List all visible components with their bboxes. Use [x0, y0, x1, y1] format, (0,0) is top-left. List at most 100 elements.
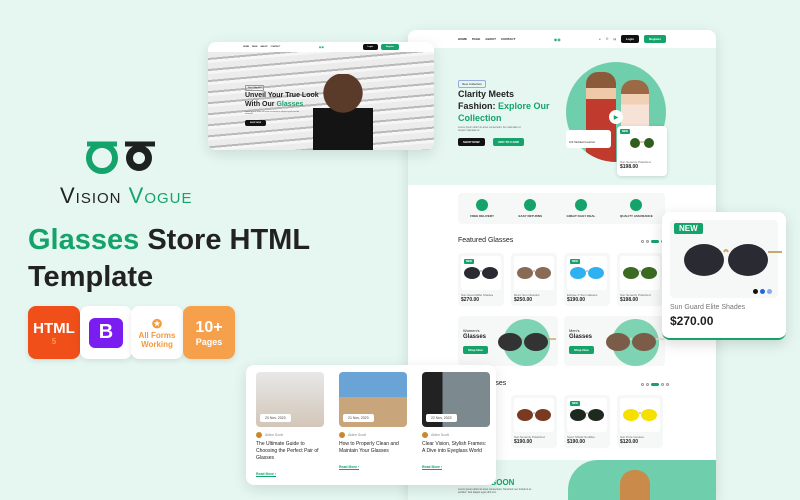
nav-logo: ◉◉	[553, 36, 561, 42]
main-nav: HOME PAGE ABOUT CONTACT	[458, 37, 515, 41]
play-icon[interactable]: ▶	[609, 110, 623, 124]
register-button[interactable]: Register	[643, 35, 666, 43]
blog-date: 21 Nov, 2023	[343, 414, 374, 422]
product-image: NEW	[461, 256, 501, 290]
product-name: Sun Guard Elite Shades	[670, 304, 746, 311]
read-more-link[interactable]: Read More ›	[339, 465, 360, 470]
hero-section: New Collection Clarity Meets Fashion: Exp…	[408, 48, 716, 185]
blog-title: How to Properly Clean and Maintain Your …	[339, 441, 399, 454]
glasses-icon	[570, 267, 604, 279]
promo-women: Women's Glasses Shop Now	[458, 316, 558, 366]
blog-date: 20 Nov, 2023	[260, 414, 291, 422]
product-image	[620, 256, 660, 290]
glasses-icon	[464, 267, 498, 279]
login-button[interactable]: Login	[362, 44, 378, 50]
return-icon	[524, 199, 537, 211]
glasses-icon	[498, 333, 556, 351]
carousel-dots-2[interactable]	[641, 383, 669, 386]
product-card[interactable]: NEW Sun Guard Elite Shades $270.00	[458, 253, 504, 306]
product-card[interactable]: NEW Eclipse X Sun Glasses $190.00	[564, 253, 610, 306]
login-button[interactable]: Login	[620, 35, 639, 43]
badge-sub: Pages	[195, 336, 223, 347]
heart-icon[interactable]: ♡	[606, 37, 609, 41]
brand-logo: Vision Vogue	[60, 138, 192, 209]
cart-icon[interactable]: ⊔	[613, 37, 615, 41]
product-card[interactable]: NEW Sport Shield Sunfiles $190.00	[564, 395, 610, 448]
add-to-cart-button[interactable]: ADD TO CARD	[493, 138, 524, 146]
product-price: $120.00	[620, 439, 639, 445]
product-image: NEW	[567, 398, 607, 432]
hero-banner: New Collection Unveil Your True Look With…	[208, 52, 434, 150]
featured-product-popup[interactable]: NEW Sun Guard Elite Shades $270.00	[662, 212, 786, 340]
carousel-dots[interactable]	[641, 240, 664, 243]
shop-women-button[interactable]: Shop Now	[463, 346, 488, 354]
nav-page[interactable]: PAGE	[472, 37, 480, 41]
avatar	[422, 432, 428, 438]
page-headline: Glasses Store HTML Template	[28, 222, 310, 296]
new-tag: NEW	[674, 223, 703, 234]
nav-contact[interactable]: CONTACT	[501, 37, 515, 41]
blog-card[interactable]: 21 Nov, 2023 Aiden Scott How to Properly C…	[339, 372, 407, 473]
nav-home[interactable]: HOME	[458, 37, 467, 41]
headline-line2: Template	[28, 261, 154, 293]
truck-icon	[476, 199, 489, 211]
brand-name-1: Vision	[60, 183, 122, 208]
glasses-icon	[623, 409, 657, 421]
feature-quality: QUALITY ASSURANCE	[620, 199, 653, 218]
product-image: NEW	[567, 256, 607, 290]
product-price: $198.00	[620, 297, 639, 303]
feature-easy-returns: EASY RETURNS	[519, 199, 542, 218]
glasses-icon	[570, 409, 604, 421]
badge-sub: 5	[51, 336, 57, 346]
bootstrap-badge: B	[80, 306, 132, 359]
blog-title: Clear Vision, Stylish Frames: A Dive int…	[422, 441, 487, 454]
read-more-link[interactable]: Read More ›	[256, 472, 277, 477]
glasses-logo-icon	[86, 141, 155, 174]
product-image	[514, 256, 554, 290]
hero-tag: New Collection	[458, 80, 487, 88]
blog-card[interactable]: 20 Nov, 2023 Aiden Scott The Ultimate Guid…	[256, 372, 324, 480]
promo-men: Men's Glasses Shop Now	[564, 316, 665, 366]
product-card[interactable]: Retro Sun Classics $250.00	[511, 253, 557, 306]
color-swatches[interactable]	[753, 289, 772, 294]
blog-image: 20 Nov, 2023	[256, 372, 324, 427]
blog-card[interactable]: 22 Nov, 2023 Aiden Scott Clear Vision, Sty…	[422, 372, 490, 473]
shop-now-button[interactable]: SHOP NOW	[245, 120, 267, 126]
new-tag: NEW	[464, 259, 474, 264]
avatar	[339, 432, 345, 438]
new-tag: NEW	[620, 129, 630, 134]
nav-about[interactable]: ABOUT	[485, 37, 496, 41]
nav-contact[interactable]: CONTACT	[271, 46, 281, 48]
read-more-link[interactable]: Read More ›	[422, 465, 443, 470]
customers-card: 10K Satisfied Customer	[566, 130, 611, 148]
register-button[interactable]: Register	[380, 44, 399, 50]
shop-men-button[interactable]: Shop Now	[569, 346, 594, 354]
nav-about[interactable]: ABOUT	[261, 46, 268, 48]
shop-now-button[interactable]: SHOP NOW	[458, 138, 485, 146]
glasses-icon	[623, 267, 657, 279]
blog-author: Aiden Scott	[422, 432, 490, 438]
bootstrap-icon: B	[89, 317, 123, 348]
search-icon[interactable]: ⌕	[599, 37, 601, 41]
product-card[interactable]: Sun Serenity Polarized $198.00	[617, 253, 663, 306]
features-bar: FREE DELIVERY EASY RETURNS GREAT DAILY D…	[458, 193, 665, 224]
new-tag: NEW	[570, 401, 580, 406]
hero-product-card[interactable]: NEW Sun Serenity Polarized $198.00	[617, 126, 667, 176]
brand-name-2: Vogue	[128, 183, 193, 208]
coming-desc: Lorem ipsum dolor sit amet consectetur. …	[458, 488, 532, 494]
blog-title: The Ultimate Guide to Choosing the Perfe…	[256, 441, 319, 461]
glasses-icon	[517, 267, 551, 279]
hero-desc: Lorem ipsum dolor sit amet consectetur. …	[458, 126, 521, 132]
nav-home[interactable]: HOME	[243, 46, 249, 48]
featured-title: Featured Glasses	[458, 237, 514, 244]
blog-date: 22 Nov, 2023	[426, 414, 457, 422]
product-image	[514, 398, 554, 432]
hero-desc: Lorem ipsum dolor sit amet consectetur a…	[245, 111, 300, 115]
product-price: $190.00	[514, 439, 533, 445]
glasses-icon	[606, 333, 664, 351]
product-card[interactable]: Sun Serenity Polarized $190.00	[511, 395, 557, 448]
nav-page[interactable]: PAGE	[252, 46, 258, 48]
product-price: $190.00	[567, 439, 586, 445]
product-card[interactable]: Sun Pure Couture $120.00	[617, 395, 663, 448]
hero-title: Clarity Meets Fashion: Explore Our Collec…	[458, 89, 550, 123]
